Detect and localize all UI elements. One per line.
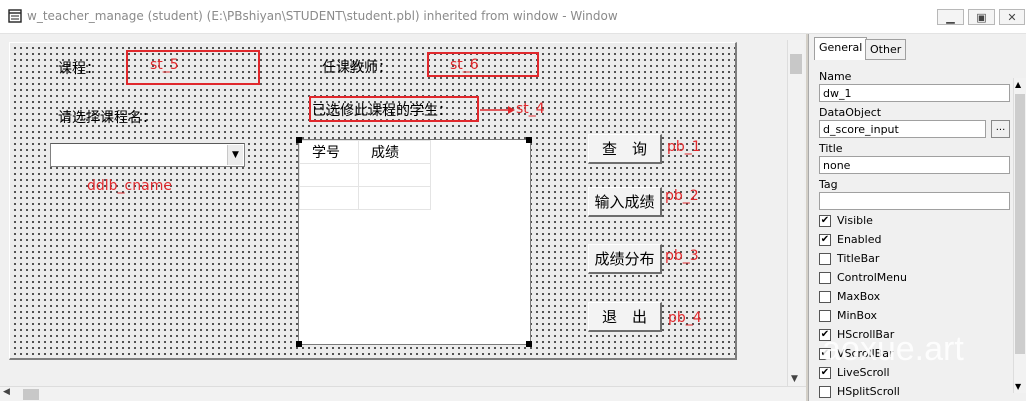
checkbox-enabled[interactable]: ✔ (819, 234, 831, 246)
checkbox-label: ControlMenu (837, 271, 907, 284)
checkbox-label: MinBox (837, 309, 877, 322)
pb-1-name: pb_1 (667, 139, 701, 155)
datawindow-dw-1[interactable]: 学号 成绩 (298, 139, 531, 345)
resize-handle[interactable] (296, 137, 302, 143)
prop-label-name: Name (819, 70, 852, 83)
ddlb-name: ddlb_cname (87, 178, 172, 194)
resize-handle[interactable] (526, 137, 532, 143)
dw-cell[interactable] (358, 163, 431, 187)
st-6-box[interactable] (427, 52, 539, 77)
score-distribution-button[interactable]: 成绩分布 (588, 244, 662, 274)
checkbox-label: HSplitScroll (837, 385, 900, 398)
close-button[interactable]: ✕ (999, 9, 1025, 25)
pb-4-name: pb_4 (668, 310, 702, 326)
select-course-label: 请选择课程名： (58, 110, 156, 126)
watermark: aoxue.art (822, 330, 964, 368)
minimize-icon: ▁ (946, 10, 955, 24)
name-field[interactable]: dw_1 (819, 84, 1010, 102)
window-title: w_teacher_manage (student) (E:\PBshiyan\… (27, 9, 618, 23)
tag-field[interactable] (819, 192, 1010, 210)
checkbox-label: TitleBar (837, 252, 880, 265)
horizontal-scrollbar[interactable]: ◀ (0, 386, 806, 401)
dw-cell[interactable] (358, 186, 431, 210)
teacher-label: 任课教师： (322, 60, 392, 76)
scroll-thumb[interactable] (790, 54, 802, 74)
dataobject-field[interactable]: d_score_input (819, 120, 986, 138)
st-5-box[interactable] (126, 50, 260, 85)
pb-3-name: pb_3 (665, 248, 699, 264)
chevron-down-icon[interactable]: ▼ (791, 374, 798, 384)
chevron-down-icon[interactable]: ▼ (227, 145, 243, 165)
window-icon (8, 9, 22, 23)
tab-general[interactable]: General (814, 37, 868, 60)
checkbox-label: MaxBox (837, 290, 881, 303)
course-dropdown[interactable]: ▼ (50, 143, 245, 167)
dw-cell[interactable] (299, 186, 359, 210)
close-icon: ✕ (1007, 10, 1017, 24)
dw-header-cell: 成绩 (358, 140, 431, 164)
restore-button[interactable]: ▣ (968, 9, 995, 25)
browse-button[interactable]: ... (991, 120, 1010, 138)
checkbox-label: Enabled (837, 233, 882, 246)
restore-icon: ▣ (976, 10, 987, 24)
st-6-text: st_6 (450, 57, 479, 73)
scroll-thumb[interactable] (23, 389, 39, 400)
checkbox-maxbox[interactable] (819, 291, 831, 303)
arrow-icon (480, 106, 515, 114)
checkbox-controlmenu[interactable] (819, 272, 831, 284)
chevron-left-icon[interactable]: ◀ (3, 387, 10, 397)
scroll-thumb[interactable] (1015, 94, 1025, 354)
st-4-label: 已选修此课程的学生： (312, 103, 452, 119)
chevron-down-icon[interactable]: ▼ (1015, 382, 1021, 391)
checkbox-label: Visible (837, 214, 873, 227)
exit-button[interactable]: 退 出 (588, 302, 662, 332)
dw-header-cell: 学号 (299, 140, 359, 164)
chevron-up-icon[interactable]: ▲ (1015, 80, 1021, 89)
st-5-text: st_5 (150, 57, 179, 73)
resize-handle[interactable] (296, 341, 302, 347)
checkbox-hsplitscroll[interactable] (819, 386, 831, 398)
enter-score-button[interactable]: 输入成绩 (588, 187, 662, 217)
resize-handle[interactable] (526, 341, 532, 347)
checkbox-titlebar[interactable] (819, 253, 831, 265)
checkbox-minbox[interactable] (819, 310, 831, 322)
props-scrollbar[interactable]: ▲ ▼ (1013, 78, 1026, 393)
tab-other[interactable]: Other (865, 39, 907, 60)
title-bar: w_teacher_manage (student) (E:\PBshiyan\… (0, 0, 1026, 34)
vertical-scrollbar[interactable]: ▼ (787, 40, 804, 386)
course-label: 课程： (58, 61, 100, 77)
pb-2-name: pb_2 (665, 188, 699, 204)
st-4-name: st_4 (516, 101, 545, 117)
prop-label-dataobject: DataObject (819, 106, 882, 119)
dw-grid: 学号 成绩 (299, 140, 431, 210)
dw-cell[interactable] (299, 163, 359, 187)
checkbox-visible[interactable]: ✔ (819, 215, 831, 227)
query-button[interactable]: 查 询 (588, 134, 662, 164)
prop-label-title: Title (819, 142, 843, 155)
prop-label-tag: Tag (819, 178, 838, 191)
title-field[interactable]: none (819, 156, 1010, 174)
minimize-button[interactable]: ▁ (937, 9, 964, 25)
